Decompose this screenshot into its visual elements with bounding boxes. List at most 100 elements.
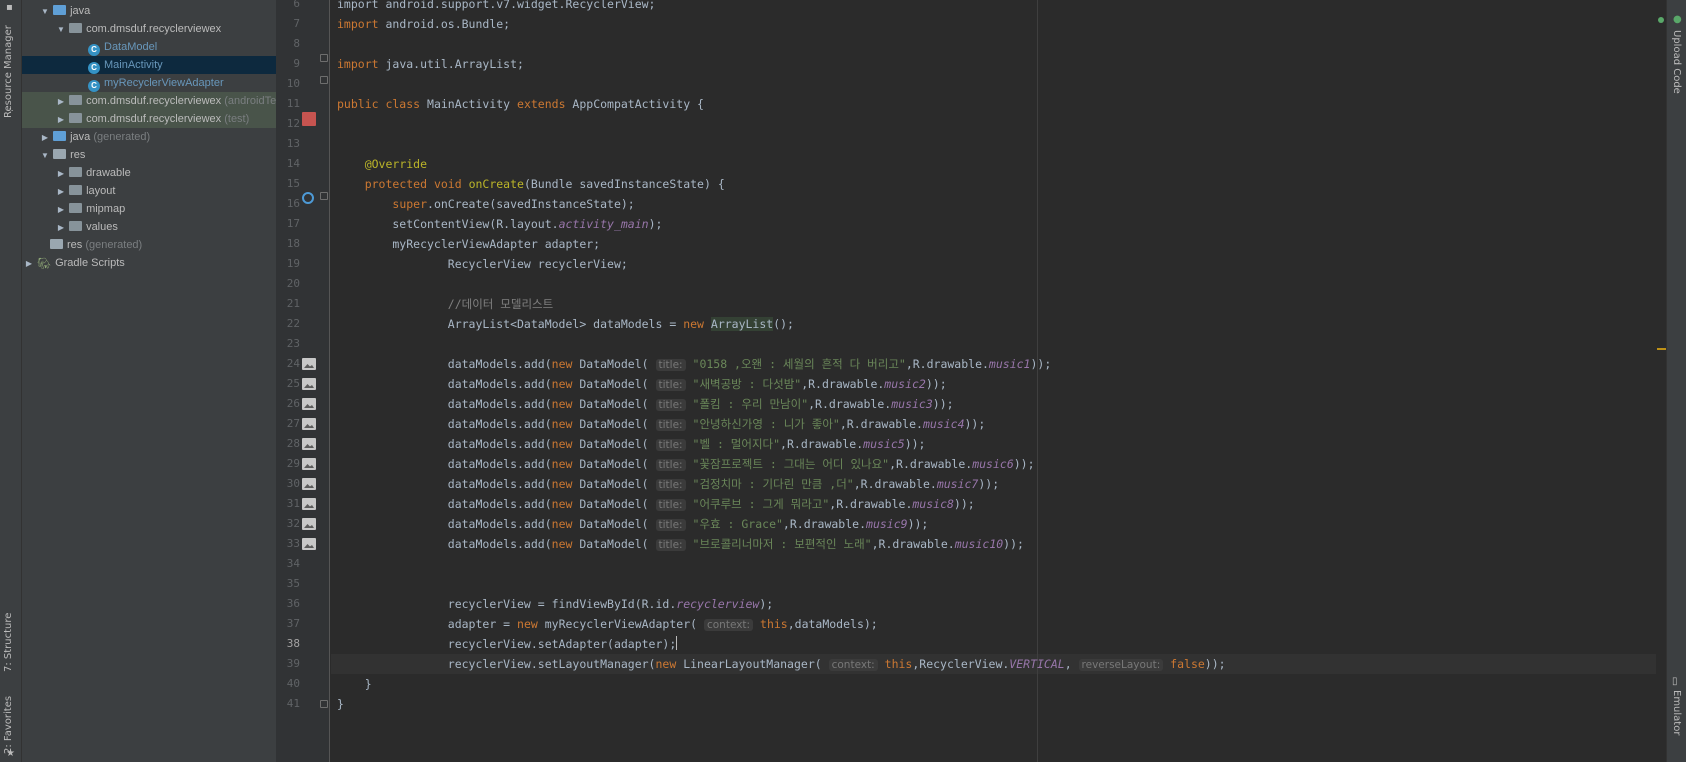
tree-node-mainactivity[interactable]: C MainActivity [22,56,276,74]
code-editor[interactable]: import android.support.v7.widget.Recycle… [331,0,1656,762]
code-line[interactable]: import android.os.Bundle; [337,14,510,34]
code-line[interactable]: dataModels.add(new DataModel( title: "브로… [337,534,1024,554]
expand-arrow-icon[interactable]: ▼ [40,3,50,20]
tree-node-values[interactable]: ▶ values [22,218,276,236]
code-token: public class [337,97,428,111]
inspection-ok-icon [1658,17,1664,23]
tree-node-mipmap[interactable]: ▶ mipmap [22,200,276,218]
code-line[interactable]: dataModels.add(new DataModel( title: "벨 … [337,434,925,454]
override-method-icon[interactable] [302,192,314,204]
tree-node-res[interactable]: ▼ res [22,146,276,164]
drawable-preview-icon[interactable] [302,498,316,510]
drawable-preview-icon[interactable] [302,378,316,390]
folder-icon [53,131,67,141]
code-line[interactable]: dataModels.add(new DataModel( title: "안녕… [337,414,985,434]
line-number: 21 [286,297,300,310]
code-line[interactable]: import java.util.ArrayList; [337,54,524,74]
parameter-hint: title: [655,439,686,451]
expand-arrow-icon[interactable]: ▼ [40,147,50,164]
expand-arrow-icon[interactable]: ▶ [56,219,66,236]
tree-node-package-androidtest[interactable]: ▶ com.dmsduf.recyclerviewex (androidTes [22,92,276,110]
code-line[interactable]: } [337,674,372,694]
code-token: myRecyclerViewAdapter( [544,617,704,631]
expand-arrow-icon[interactable]: ▶ [56,201,66,218]
expand-arrow-icon[interactable]: ▶ [24,255,34,272]
expand-arrow-icon[interactable]: ▼ [56,21,66,38]
tree-node-java[interactable]: ▼ java [22,2,276,20]
code-line[interactable]: dataModels.add(new DataModel( title: "검정… [337,474,999,494]
code-line[interactable]: public class MainActivity extends AppCom… [337,94,704,114]
code-token: setContentView(R.layout. [337,217,559,231]
drawable-preview-icon[interactable] [302,518,316,530]
expand-arrow-icon[interactable]: ▶ [40,129,50,146]
code-token: DataModel( [579,537,656,551]
drawable-preview-icon[interactable] [302,458,316,470]
code-line[interactable]: adapter = new myRecyclerViewAdapter( con… [337,614,878,634]
editor-scrollbar[interactable] [1656,0,1666,762]
code-token: "우효 : Grace" [685,517,783,531]
code-line[interactable]: dataModels.add(new DataModel( title: "우효… [337,514,928,534]
fold-marker-icon[interactable] [320,700,328,708]
emulator-tab[interactable]: ▯ Emulator [1667,676,1686,756]
tree-node-java-generated[interactable]: ▶ java (generated) [22,128,276,146]
expand-arrow-icon[interactable]: ▶ [56,93,66,110]
upload-code-tab[interactable]: Upload Code ● [1667,14,1686,94]
code-line[interactable]: dataModels.add(new DataModel( title: "폴킴… [337,394,954,414]
code-line[interactable]: import android.support.v7.widget.Recycle… [337,0,656,14]
fold-marker-icon[interactable] [320,54,328,62]
editor-gutter[interactable]: 6 7 8 9 10 11 12 13 14 15 16 17 18 19 20 21 22 23 24 25 26 27… [276,0,330,762]
tree-node-res-generated[interactable]: res (generated) [22,236,276,254]
tree-node-adapter[interactable]: CmyRecyclerViewAdapter [22,74,276,92]
drawable-preview-icon[interactable] [302,418,316,430]
tree-node-layout[interactable]: ▶ layout [22,182,276,200]
code-token: music10 [954,537,1004,551]
code-line[interactable]: recyclerView = findViewById(R.id.recycle… [337,594,773,614]
code-line[interactable]: protected void onCreate(Bundle savedInst… [337,174,725,194]
code-line[interactable]: myRecyclerViewAdapter adapter; [337,234,600,254]
scroll-warning-marker[interactable] [1657,348,1666,350]
expand-arrow-icon[interactable]: ▶ [56,111,66,128]
line-number: 32 [286,517,300,530]
code-line[interactable]: recyclerView.setAdapter(adapter); [337,634,678,654]
code-token: new [551,377,580,391]
code-line[interactable]: dataModels.add(new DataModel( title: "01… [337,354,1051,374]
code-line[interactable]: } [337,694,344,714]
drawable-preview-icon[interactable] [302,478,316,490]
line-number: 15 [286,177,300,190]
code-line[interactable]: dataModels.add(new DataModel( title: "어쿠… [337,494,975,514]
drawable-preview-icon[interactable] [302,438,316,450]
drawable-preview-icon[interactable] [302,358,316,370]
code-token: protected void [364,177,469,191]
tree-node-datamodel[interactable]: C DataModel [22,38,276,56]
drawable-preview-icon[interactable] [302,538,316,550]
code-token: ,R.drawable. [808,397,892,411]
expand-arrow-icon[interactable]: ▶ [56,183,66,200]
code-line[interactable]: dataModels.add(new DataModel( title: "꽃잠… [337,454,1035,474]
expand-arrow-icon[interactable]: ▶ [56,165,66,182]
code-line[interactable]: //데이터 모델리스트 [337,294,553,314]
code-line[interactable]: recyclerView.setLayoutManager(new Linear… [337,654,1226,674]
code-token: this [753,617,788,631]
code-token: @Override [364,157,428,171]
fold-marker-icon[interactable] [320,192,328,200]
structure-tab[interactable]: 7: Structure [0,612,22,682]
code-token: recyclerView.setLayoutManager( [337,657,656,671]
tree-node-gradle-scripts[interactable]: ▶ 🐘︎ Gradle Scripts [22,254,276,272]
tree-node-package-test[interactable]: ▶ com.dmsduf.recyclerviewex (test) [22,110,276,128]
drawable-preview-icon[interactable] [302,398,316,410]
res-folder-icon [53,149,67,159]
code-line[interactable]: dataModels.add(new DataModel( title: "새벽… [337,374,947,394]
code-line[interactable]: @Override [337,154,427,174]
code-line[interactable]: ArrayList<DataModel> dataModels = new Ar… [337,314,794,334]
code-token: new [551,497,580,511]
tree-node-package[interactable]: ▼ com.dmsduf.recyclerviewex [22,20,276,38]
run-class-icon[interactable] [302,112,316,126]
fold-marker-icon[interactable] [320,76,328,84]
tree-node-drawable[interactable]: ▶ drawable [22,164,276,182]
code-line[interactable]: setContentView(R.layout.activity_main); [337,214,662,234]
code-line[interactable]: RecyclerView recyclerView; [337,254,628,274]
code-line[interactable]: super.onCreate(savedInstanceState); [337,194,634,214]
code-token: DataModel( [579,457,656,471]
project-tool-icon[interactable]: ▪ [0,2,22,14]
